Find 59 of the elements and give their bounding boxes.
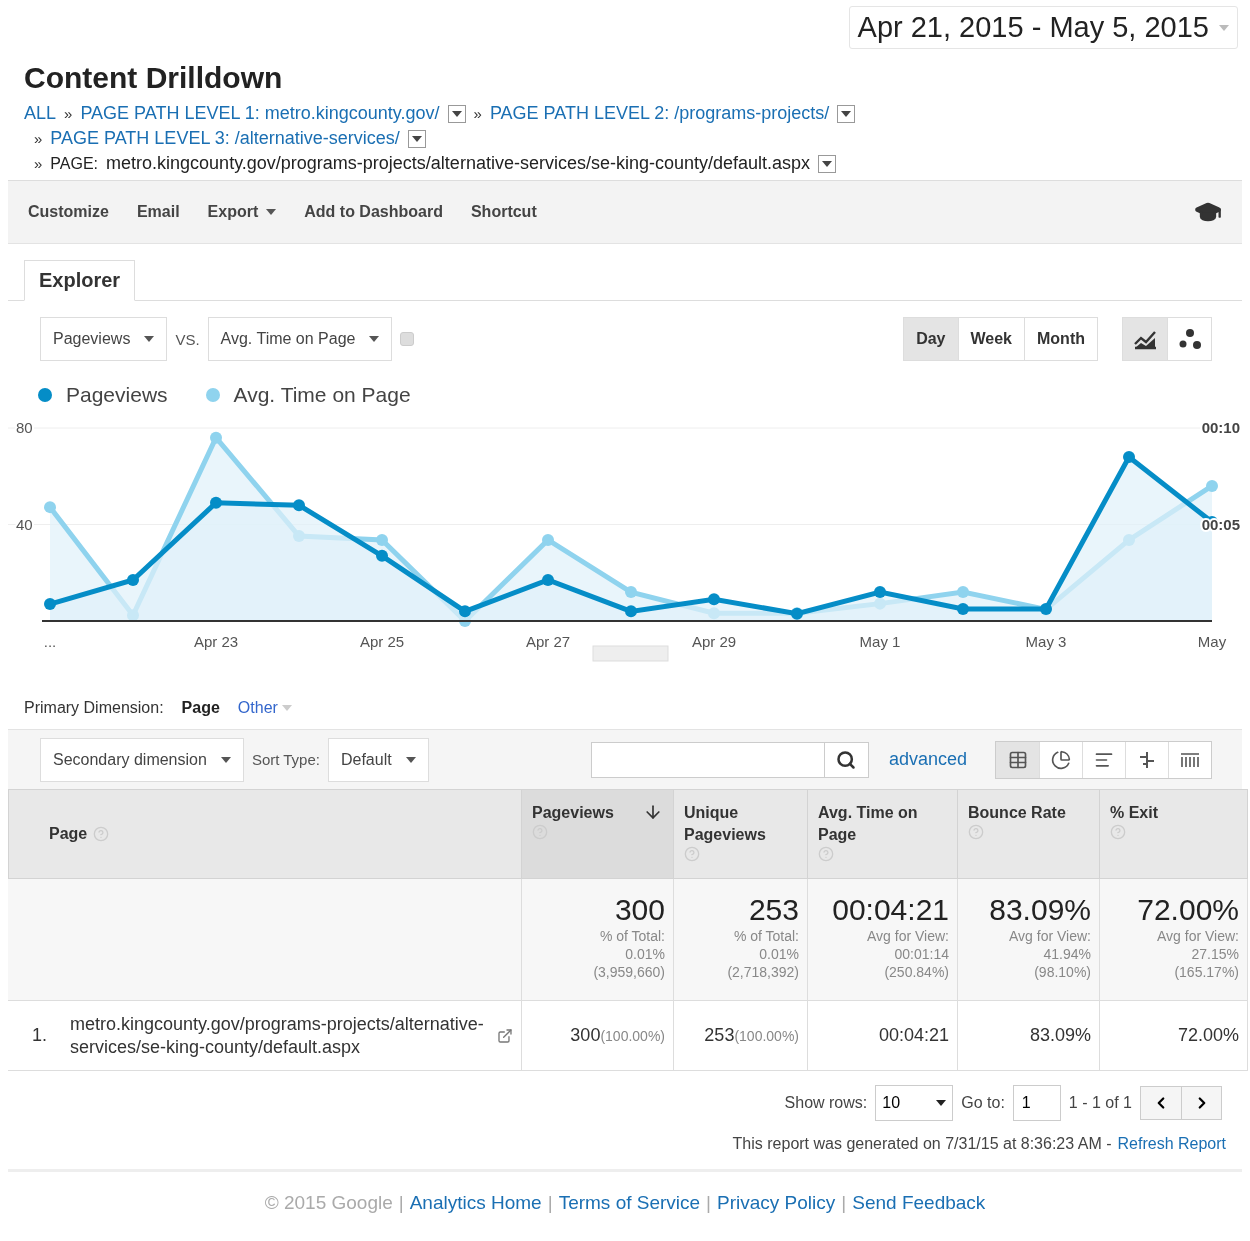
total-note: % of Total: <box>598 927 665 945</box>
total-note: (98.10%) <box>1033 963 1091 981</box>
footer-separator: | <box>398 1192 404 1214</box>
page-title: Content Drilldown <box>24 61 284 95</box>
axis-label: ... <box>43 633 57 650</box>
axis-label: May 1 <box>859 633 901 650</box>
total-note: (250.84%) <box>883 963 949 981</box>
axis-label: Apr 29 <box>691 633 737 650</box>
axis-label: Apr 27 <box>525 633 571 650</box>
total-value: 00:04:21 <box>831 893 949 927</box>
show-rows-label: Show rows: <box>784 1094 868 1112</box>
page-range: 1 - 1 of 1 <box>1068 1094 1132 1112</box>
total-note: (2,718,392) <box>726 963 799 981</box>
go-to-label: Go to: <box>961 1094 1005 1112</box>
total-note: % of Total: <box>732 927 799 945</box>
total-note: 41.94% <box>1042 945 1091 963</box>
footer-separator: | <box>547 1192 553 1214</box>
table-cell: 72.00% <box>1100 1001 1248 1071</box>
footer-separator: | <box>841 1192 847 1214</box>
total-note: 0.01% <box>758 945 799 963</box>
sort-type-label: Sort Type: <box>251 751 320 768</box>
table-cell: 300(100.00%) <box>522 1001 674 1071</box>
total-value: 83.09% <box>988 893 1091 927</box>
primary-dimension-label: Primary Dimension: <box>24 699 164 717</box>
table-cell: 83.09% <box>958 1001 1100 1071</box>
total-value: 72.00% <box>1136 893 1239 927</box>
total-note: Avg for View: <box>866 927 949 945</box>
vs-label: VS. <box>175 330 200 348</box>
table-cell: 253(100.00%) <box>674 1001 808 1071</box>
axis-label: Apr 23 <box>193 633 239 650</box>
axis-label: 00:05 <box>1201 515 1240 533</box>
total-note: 00:01:14 <box>893 945 949 963</box>
breadcrumb-separator: » <box>34 129 43 149</box>
total-note: Avg for View: <box>1008 927 1091 945</box>
total-note: (3,959,660) <box>592 963 665 981</box>
breadcrumb-separator: » <box>473 104 482 124</box>
total-value: 253 <box>747 893 799 927</box>
copyright: © 2015 Google <box>264 1192 393 1214</box>
total-note: (165.17%) <box>1173 963 1239 981</box>
row-number: 1. <box>32 1025 48 1046</box>
axis-label: Apr 25 <box>359 633 405 650</box>
breadcrumb-separator: » <box>64 104 73 124</box>
axis-label: May 3 <box>1025 633 1067 650</box>
axis-label: May <box>1197 633 1227 650</box>
total-note: 27.15% <box>1190 945 1239 963</box>
axis-label: 80 <box>16 419 33 436</box>
axis-label: 40 <box>16 515 33 533</box>
report-note: This report was generated on 7/31/15 at 8:36:23 AM - <box>732 1135 1112 1153</box>
breadcrumb-current: metro.kingcounty.gov/programs-projects/alternative-services/se-king-county/default.aspx <box>106 152 811 175</box>
footer-separator: | <box>706 1192 712 1214</box>
table-cell: 00:04:21 <box>808 1001 958 1071</box>
breadcrumb-separator: » <box>34 154 43 174</box>
total-value: 300 <box>613 893 665 927</box>
legend-label: Avg. Time on Page <box>233 383 411 407</box>
total-note: Avg for View: <box>1156 927 1239 945</box>
breadcrumb-prefix: PAGE: <box>50 154 99 174</box>
total-note: 0.01% <box>624 945 665 963</box>
legend-label: Pageviews <box>66 383 168 407</box>
axis-label: 00:10 <box>1201 419 1240 436</box>
